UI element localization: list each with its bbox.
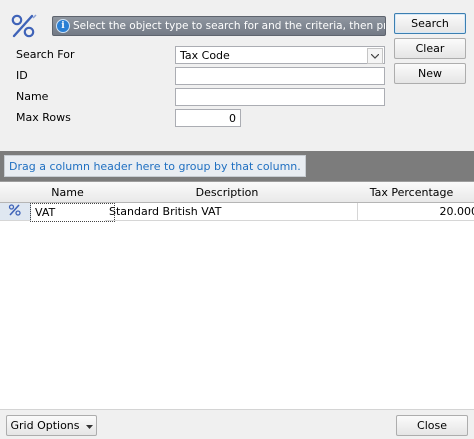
name-label: Name [16,90,49,103]
clear-button[interactable]: Clear [394,38,466,59]
grid-options-button[interactable]: Grid Options [6,415,97,436]
close-button[interactable]: Close [396,415,468,436]
new-button[interactable]: New [394,63,466,84]
info-bar: i Select the object type to search for a… [52,16,386,36]
name-field[interactable] [175,88,385,106]
group-by-hint: Drag a column header here to group by th… [4,155,306,177]
percent-icon [8,12,40,40]
results-grid[interactable]: Name Description Tax Percentage VAT Stan… [0,181,474,409]
max-rows-field[interactable]: 0 [175,109,241,127]
search-for-select[interactable]: Tax Code [175,46,385,64]
chevron-down-icon[interactable] [367,48,383,64]
search-for-label: Search For [16,48,75,61]
id-field[interactable] [175,67,385,85]
table-row-cell-tax-percentage[interactable]: 20.000 [349,203,474,221]
info-icon: i [56,19,70,33]
dropdown-arrow-icon [85,419,93,432]
search-for-value: Tax Code [180,48,230,62]
table-row-cell-name[interactable]: VAT [30,203,115,222]
row-indicator[interactable] [0,203,31,221]
grid-options-label: Grid Options [10,419,80,432]
column-header-description[interactable]: Description [105,182,350,203]
row-indicator-header [0,182,31,203]
max-rows-label: Max Rows [16,111,71,124]
search-button[interactable]: Search [394,13,466,34]
percent-icon [8,204,22,219]
column-header-name[interactable]: Name [30,182,106,203]
id-label: ID [16,69,28,82]
info-text: Select the object type to search for and… [73,20,385,32]
column-header-tax-percentage[interactable]: Tax Percentage [349,182,474,203]
table-row-cell-description[interactable]: Standard British VAT [105,203,358,221]
